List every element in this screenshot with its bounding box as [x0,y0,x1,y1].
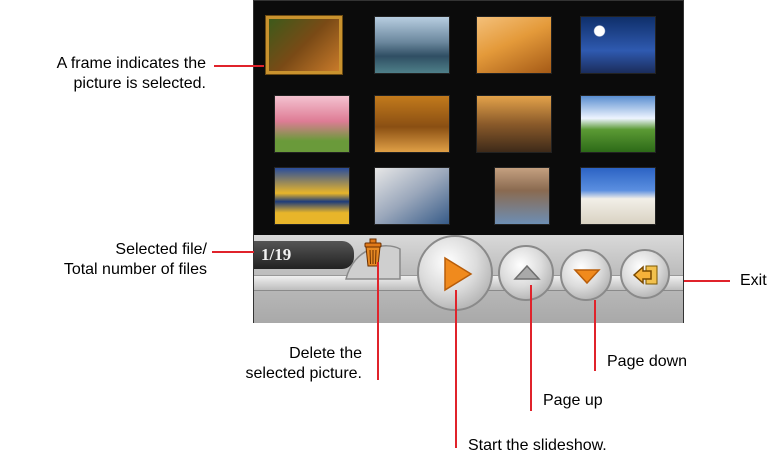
thumbnail-blossom-trees[interactable] [274,95,350,153]
play-icon [444,256,473,292]
page-down-button[interactable] [560,249,612,301]
callout-line-frame [214,65,264,67]
photo-viewer-screen: 1/19 [253,0,684,323]
callout-delete: Delete the selected picture. [245,345,362,382]
thumbnail-autumn-alley[interactable] [374,95,450,153]
thumbnail-canal-city[interactable] [374,16,450,74]
exit-arrow-icon [632,265,658,285]
triangle-down-icon [573,269,601,285]
callout-line-page-up-v [530,285,532,411]
thumbnail-moon-mountains[interactable] [580,16,656,74]
callout-slideshow: Start the slideshow. [468,437,607,454]
callout-exit: Exit [740,272,767,289]
file-counter-tab: 1/19 [254,241,354,269]
callout-file-counter: Selected file/ Total number of files [63,241,207,278]
callout-page-down: Page down [607,353,688,370]
viewer-toolbar: 1/19 [254,235,683,323]
thumbnail-forest-path[interactable] [266,16,342,74]
thumbnail-cliff-village[interactable] [374,167,450,225]
thumbnail-winding-road[interactable] [476,95,552,153]
file-counter: 1/19 [261,245,292,264]
thumbnail-alpine-meadow[interactable] [580,95,656,153]
callout-selection-frame: A frame indicates the picture is selecte… [56,55,206,92]
thumbnail-whitewashed-chapel[interactable] [580,167,656,225]
callout-line-exit [684,280,730,282]
thumbnail-lake-reflection[interactable] [274,167,350,225]
callout-line-delete-v [377,262,379,380]
delete-button[interactable] [340,237,404,281]
callout-page-up: Page up [543,392,603,409]
triangle-up-icon [513,264,541,280]
callout-line-counter [212,251,254,253]
callout-line-page-down-v [594,300,596,371]
thumbnail-church-tower[interactable] [494,167,550,225]
exit-button[interactable] [620,249,670,299]
thumbnail-desert-dune[interactable] [476,16,552,74]
page-up-button[interactable] [498,245,554,301]
callout-line-slideshow-v [455,290,457,448]
trash-icon [364,238,382,267]
